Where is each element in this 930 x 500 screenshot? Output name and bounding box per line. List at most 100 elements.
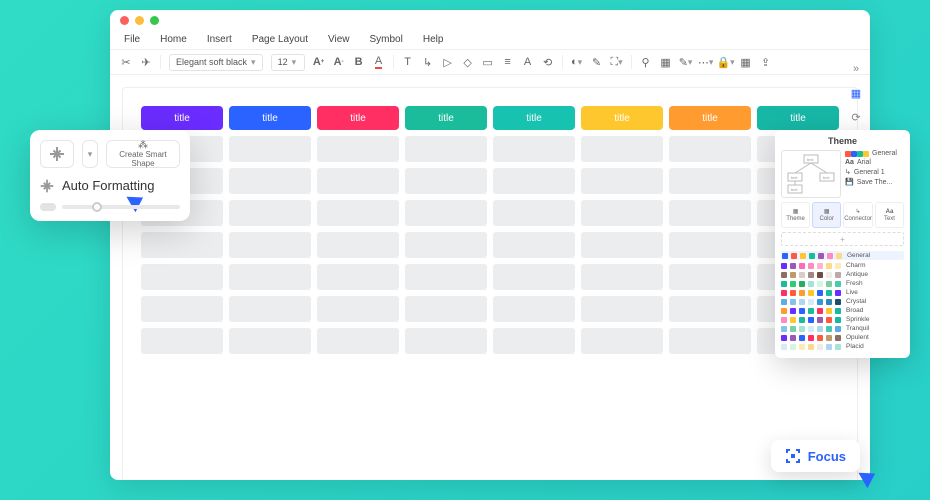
table-cell[interactable] <box>317 136 399 162</box>
palette-row[interactable]: Antique <box>781 271 904 278</box>
table-cell[interactable] <box>141 296 223 322</box>
table-cell[interactable] <box>581 168 663 194</box>
spark-button[interactable] <box>40 140 74 168</box>
eyedropper-icon[interactable]: ✎ <box>591 56 603 68</box>
table-cell[interactable] <box>405 136 487 162</box>
table-cell[interactable] <box>669 232 751 258</box>
column-header[interactable]: title <box>229 106 311 130</box>
table-cell[interactable] <box>229 136 311 162</box>
menu-view[interactable]: View <box>328 34 350 45</box>
table-cell[interactable] <box>493 200 575 226</box>
table-cell[interactable] <box>493 232 575 258</box>
palette-row[interactable]: Fresh <box>781 280 904 287</box>
table-icon[interactable]: ▦ <box>660 56 672 68</box>
table-cell[interactable] <box>493 264 575 290</box>
text-tool-icon[interactable]: T <box>402 56 414 68</box>
table-cell[interactable] <box>317 232 399 258</box>
table-cell[interactable] <box>317 200 399 226</box>
highlighter-icon[interactable]: ✎▾ <box>680 56 692 68</box>
palette-row[interactable]: General <box>781 251 904 260</box>
focus-button[interactable]: Focus <box>771 440 860 472</box>
grid-toolbar-icon[interactable]: ▦ <box>740 56 752 68</box>
table-cell[interactable] <box>581 136 663 162</box>
table-cell[interactable] <box>229 168 311 194</box>
table-cell[interactable] <box>669 296 751 322</box>
font-size-select[interactable]: 12▾ <box>271 54 305 71</box>
align-icon[interactable]: ≡ <box>502 56 514 68</box>
settings-icon[interactable]: ⋯▾ <box>700 56 712 68</box>
palette-row[interactable]: Placid <box>781 343 904 350</box>
grid-rail-icon[interactable]: ▦ <box>849 86 863 100</box>
table-cell[interactable] <box>669 264 751 290</box>
pointer-icon[interactable]: ▷ <box>442 56 454 68</box>
table-cell[interactable] <box>669 200 751 226</box>
line-tool-icon[interactable]: ↳ <box>422 56 434 68</box>
collapse-icon[interactable]: » <box>849 62 863 76</box>
column-header[interactable]: title <box>669 106 751 130</box>
table-cell[interactable] <box>405 200 487 226</box>
format-slider[interactable] <box>40 203 180 211</box>
share-icon[interactable]: ⇪ <box>760 56 772 68</box>
theme-quick-general[interactable]: General <box>845 150 904 157</box>
menu-symbol[interactable]: Symbol <box>370 34 403 45</box>
minimize-traffic-light[interactable] <box>135 16 144 25</box>
column-header[interactable]: title <box>493 106 575 130</box>
auto-formatting-item[interactable]: Auto Formatting <box>40 178 180 193</box>
cut-icon[interactable]: ✂ <box>120 56 132 68</box>
column-header[interactable]: title <box>141 106 223 130</box>
column-header[interactable]: title <box>317 106 399 130</box>
palette-row[interactable]: Broad <box>781 307 904 314</box>
close-traffic-light[interactable] <box>120 16 129 25</box>
table-cell[interactable] <box>141 264 223 290</box>
table-cell[interactable] <box>317 168 399 194</box>
layer-icon[interactable]: ◇ <box>462 56 474 68</box>
table-cell[interactable] <box>669 328 751 354</box>
table-cell[interactable] <box>229 296 311 322</box>
table-cell[interactable] <box>493 328 575 354</box>
table-cell[interactable] <box>141 232 223 258</box>
table-cell[interactable] <box>405 296 487 322</box>
zoom-icon[interactable]: ⚲ <box>640 56 652 68</box>
theme-quick-general1[interactable]: ↳General 1 <box>845 168 904 176</box>
table-cell[interactable] <box>669 168 751 194</box>
table-cell[interactable] <box>581 264 663 290</box>
tab-connector[interactable]: ↳Connector <box>843 202 873 228</box>
table-cell[interactable] <box>669 136 751 162</box>
palette-row[interactable]: Sprinkle <box>781 316 904 323</box>
create-smart-shape-button[interactable]: ⁂ Create Smart Shape <box>106 140 180 168</box>
add-palette-button[interactable]: + <box>781 232 904 246</box>
table-cell[interactable] <box>141 328 223 354</box>
table-cell[interactable] <box>229 232 311 258</box>
table-cell[interactable] <box>405 232 487 258</box>
font-size-up-icon[interactable]: A+ <box>313 56 325 68</box>
menu-help[interactable]: Help <box>423 34 444 45</box>
font-size-down-icon[interactable]: A- <box>333 56 345 68</box>
palette-row[interactable]: Crystal <box>781 298 904 305</box>
menu-page-layout[interactable]: Page Layout <box>252 34 308 45</box>
tab-theme[interactable]: ▦Theme <box>781 202 810 228</box>
table-cell[interactable] <box>405 328 487 354</box>
table-cell[interactable] <box>493 136 575 162</box>
rotate-icon[interactable]: ⟲ <box>542 56 554 68</box>
table-cell[interactable] <box>493 296 575 322</box>
fill-icon[interactable]: ◐▾ <box>571 56 583 68</box>
spark-drop-button[interactable]: ▾ <box>82 140 98 168</box>
table-cell[interactable] <box>229 200 311 226</box>
table-cell[interactable] <box>229 264 311 290</box>
lock-icon[interactable]: 🔒▾ <box>720 56 732 68</box>
palette-row[interactable]: Tranquil <box>781 325 904 332</box>
canvas[interactable]: titletitletitletitletitletitletitletitle <box>122 87 858 480</box>
palette-row[interactable]: Charm <box>781 262 904 269</box>
font-color-icon[interactable]: A <box>373 56 385 68</box>
menu-insert[interactable]: Insert <box>207 34 232 45</box>
tab-color[interactable]: ▦Color <box>812 202 841 228</box>
table-cell[interactable] <box>581 200 663 226</box>
rotate-rail-icon[interactable]: ⟳ <box>849 110 863 124</box>
table-cell[interactable] <box>317 296 399 322</box>
table-cell[interactable] <box>493 168 575 194</box>
menu-file[interactable]: File <box>124 34 140 45</box>
tab-text[interactable]: AaText <box>875 202 904 228</box>
theme-quick-font[interactable]: AaArial <box>845 159 904 166</box>
theme-quick-save[interactable]: 💾Save The... <box>845 178 904 186</box>
menu-home[interactable]: Home <box>160 34 187 45</box>
